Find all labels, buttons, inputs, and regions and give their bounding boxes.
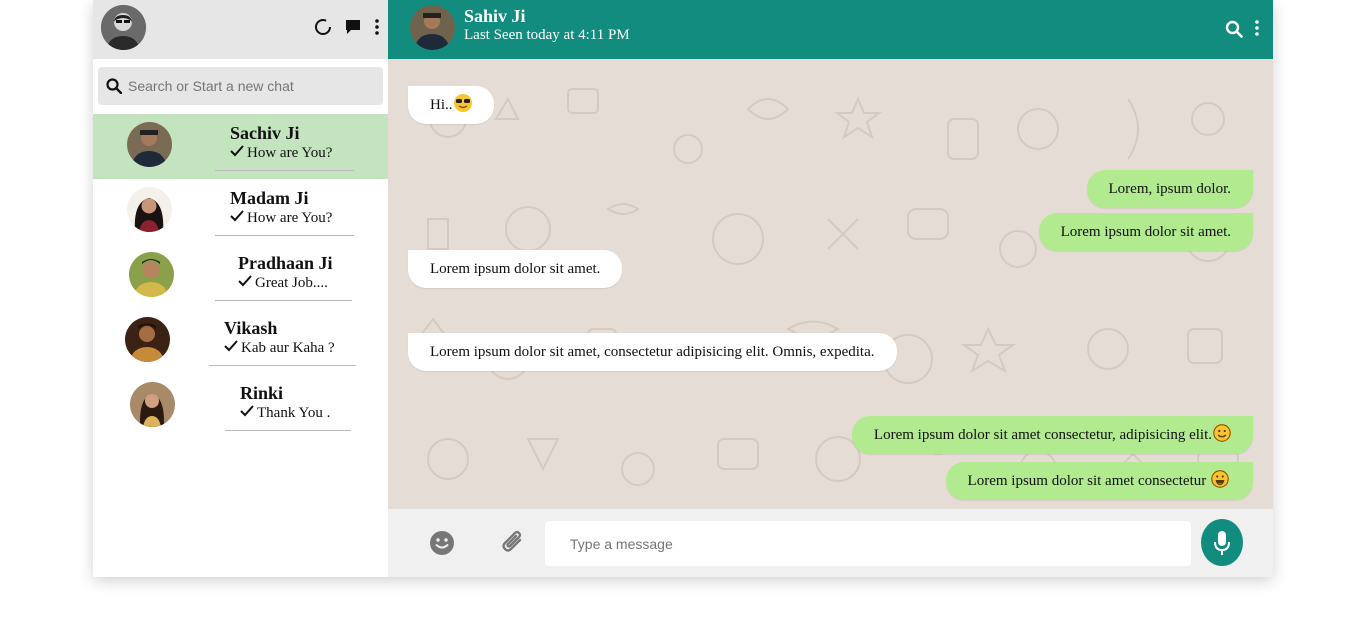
chat-item-madam-ji[interactable]: Madam Ji How are You? <box>93 179 388 244</box>
chat-last-message: Kab aur Kaha ? <box>224 339 335 358</box>
divider <box>209 365 356 366</box>
message-outgoing: Lorem, ipsum dolor. <box>1086 170 1253 208</box>
avatar <box>130 382 175 427</box>
sunglasses-emoji-icon <box>453 94 472 112</box>
message-text: Lorem ipsum dolor sit amet, consectetur … <box>430 344 875 360</box>
chat-header-icons <box>1225 20 1259 43</box>
status-icon[interactable] <box>314 18 332 36</box>
divider <box>215 300 352 301</box>
grin-emoji-icon <box>1211 470 1229 488</box>
search-input[interactable] <box>128 67 378 105</box>
sidebar-header-icons <box>314 18 380 36</box>
check-icon <box>224 339 238 358</box>
search-icon <box>106 78 123 95</box>
chat-last-message: Great Job.... <box>238 274 333 293</box>
new-chat-icon[interactable] <box>344 18 362 36</box>
chat-list: Sachiv Ji How are You? Madam Ji How are … <box>93 114 388 439</box>
chat-item-vikash[interactable]: Vikash Kab aur Kaha ? <box>93 309 388 374</box>
divider <box>215 235 354 236</box>
chat-info: Vikash Kab aur Kaha ? <box>224 317 335 358</box>
message-area: Hi.. Lorem, ipsum dolor. Lorem ipsum dol… <box>388 59 1273 509</box>
check-icon <box>238 274 252 293</box>
chat-panel: Sahiv Ji Last Seen today at 4:11 PM Hi..… <box>388 0 1273 577</box>
message-text: Lorem ipsum dolor sit amet. <box>1060 224 1231 240</box>
chat-item-sachiv-ji[interactable]: Sachiv Ji How are You? <box>93 114 388 179</box>
chat-info: Sachiv Ji How are You? <box>230 122 332 163</box>
chat-name: Sachiv Ji <box>230 123 300 143</box>
message-outgoing: Lorem ipsum dolor sit amet consectetur <box>945 462 1253 500</box>
menu-icon[interactable] <box>374 18 380 36</box>
attachment-icon[interactable] <box>500 529 526 557</box>
message-outgoing: Lorem ipsum dolor sit amet consectetur, … <box>851 416 1253 454</box>
chat-last-message-text: Kab aur Kaha ? <box>241 340 335 356</box>
chat-last-message: Thank You . <box>240 404 330 423</box>
whatsapp-app: Sachiv Ji How are You? Madam Ji <box>93 0 1273 577</box>
sidebar-header <box>93 0 388 59</box>
chat-header: Sahiv Ji Last Seen today at 4:11 PM <box>388 0 1273 59</box>
chat-info: Madam Ji How are You? <box>230 187 332 228</box>
avatar <box>129 252 174 297</box>
message-text: Lorem, ipsum dolor. <box>1108 181 1232 197</box>
message-composer <box>388 509 1273 577</box>
chat-last-message-text: Great Job.... <box>255 275 328 291</box>
my-avatar[interactable] <box>101 5 146 50</box>
message-text: Lorem ipsum dolor sit amet consectetur, … <box>873 427 1212 443</box>
check-icon <box>240 404 254 423</box>
search-box <box>98 67 383 105</box>
message-text: Lorem ipsum dolor sit amet. <box>430 261 601 277</box>
chat-name: Madam Ji <box>230 188 309 208</box>
chat-last-message: How are You? <box>230 209 332 228</box>
contact-avatar[interactable] <box>410 5 455 50</box>
contact-status: Last Seen today at 4:11 PM <box>464 27 630 43</box>
mic-button[interactable] <box>1201 519 1243 566</box>
chat-item-pradhaan-ji[interactable]: Pradhaan Ji Great Job.... <box>93 244 388 309</box>
search-section <box>93 59 388 114</box>
message-text: Hi.. <box>430 97 453 113</box>
chat-name: Rinki <box>240 383 284 403</box>
chat-last-message-text: Thank You . <box>257 405 331 421</box>
chat-last-message-text: How are You? <box>247 210 333 226</box>
mic-icon <box>1214 530 1230 555</box>
avatar <box>127 122 172 167</box>
chat-name: Vikash <box>224 318 278 338</box>
smile-emoji-icon <box>1213 424 1231 442</box>
message-text: Lorem ipsum dolor sit amet consectetur <box>967 473 1210 489</box>
message-outgoing: Lorem ipsum dolor sit amet. <box>1038 213 1253 251</box>
message-input[interactable] <box>545 521 1191 566</box>
message-incoming: Hi.. <box>408 86 494 124</box>
emoji-picker-icon[interactable] <box>429 530 455 556</box>
chat-info: Pradhaan Ji Great Job.... <box>238 252 333 293</box>
chat-info: Rinki Thank You . <box>240 382 330 423</box>
check-icon <box>230 144 244 163</box>
check-icon <box>230 209 244 228</box>
menu-icon[interactable] <box>1255 20 1259 43</box>
divider <box>215 170 354 171</box>
search-icon[interactable] <box>1225 20 1243 43</box>
message-incoming: Lorem ipsum dolor sit amet, consectetur … <box>408 333 897 371</box>
chat-item-rinki[interactable]: Rinki Thank You . <box>93 374 388 439</box>
avatar <box>125 317 170 362</box>
sidebar: Sachiv Ji How are You? Madam Ji <box>93 0 389 577</box>
message-incoming: Lorem ipsum dolor sit amet. <box>408 250 623 288</box>
contact-name[interactable]: Sahiv Ji <box>464 6 526 27</box>
divider <box>225 430 351 431</box>
chat-last-message-text: How are You? <box>247 145 333 161</box>
chat-last-message: How are You? <box>230 144 332 163</box>
chat-name: Pradhaan Ji <box>238 253 333 273</box>
avatar <box>127 187 172 232</box>
